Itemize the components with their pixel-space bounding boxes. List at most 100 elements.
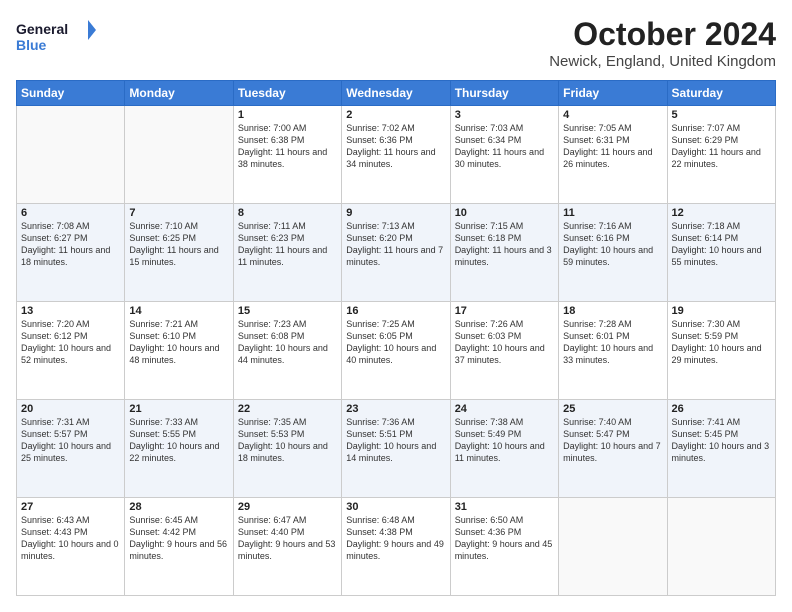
day-number: 15 <box>238 305 337 317</box>
svg-text:General: General <box>16 21 68 37</box>
day-info: Sunrise: 7:26 AMSunset: 6:03 PMDaylight:… <box>455 318 554 367</box>
day-number: 1 <box>238 109 337 121</box>
day-info: Sunrise: 7:03 AMSunset: 6:34 PMDaylight:… <box>455 122 554 171</box>
day-number: 18 <box>563 305 662 317</box>
calendar-week-row: 6Sunrise: 7:08 AMSunset: 6:27 PMDaylight… <box>17 204 776 302</box>
calendar-day-header: Monday <box>125 81 233 106</box>
day-number: 5 <box>672 109 771 121</box>
day-info: Sunrise: 7:11 AMSunset: 6:23 PMDaylight:… <box>238 220 337 269</box>
day-number: 22 <box>238 403 337 415</box>
calendar-cell: 1Sunrise: 7:00 AMSunset: 6:38 PMDaylight… <box>233 106 341 204</box>
day-info: Sunrise: 7:38 AMSunset: 5:49 PMDaylight:… <box>455 416 554 465</box>
calendar-cell: 12Sunrise: 7:18 AMSunset: 6:14 PMDayligh… <box>667 204 775 302</box>
day-number: 31 <box>455 501 554 513</box>
calendar-cell: 28Sunrise: 6:45 AMSunset: 4:42 PMDayligh… <box>125 498 233 596</box>
calendar-cell: 23Sunrise: 7:36 AMSunset: 5:51 PMDayligh… <box>342 400 450 498</box>
calendar-cell: 26Sunrise: 7:41 AMSunset: 5:45 PMDayligh… <box>667 400 775 498</box>
day-info: Sunrise: 7:33 AMSunset: 5:55 PMDaylight:… <box>129 416 228 465</box>
calendar-cell <box>125 106 233 204</box>
logo: General Blue <box>16 16 96 60</box>
day-number: 8 <box>238 207 337 219</box>
calendar-cell: 16Sunrise: 7:25 AMSunset: 6:05 PMDayligh… <box>342 302 450 400</box>
day-number: 24 <box>455 403 554 415</box>
day-number: 3 <box>455 109 554 121</box>
calendar-cell: 7Sunrise: 7:10 AMSunset: 6:25 PMDaylight… <box>125 204 233 302</box>
day-info: Sunrise: 7:23 AMSunset: 6:08 PMDaylight:… <box>238 318 337 367</box>
svg-text:Blue: Blue <box>16 37 47 53</box>
header: General Blue October 2024 Newick, Englan… <box>16 16 776 70</box>
calendar-cell <box>17 106 125 204</box>
calendar-day-header: Saturday <box>667 81 775 106</box>
calendar-cell: 19Sunrise: 7:30 AMSunset: 5:59 PMDayligh… <box>667 302 775 400</box>
day-info: Sunrise: 7:30 AMSunset: 5:59 PMDaylight:… <box>672 318 771 367</box>
calendar-cell: 20Sunrise: 7:31 AMSunset: 5:57 PMDayligh… <box>17 400 125 498</box>
calendar-week-row: 1Sunrise: 7:00 AMSunset: 6:38 PMDaylight… <box>17 106 776 204</box>
day-number: 17 <box>455 305 554 317</box>
day-info: Sunrise: 7:10 AMSunset: 6:25 PMDaylight:… <box>129 220 228 269</box>
day-number: 28 <box>129 501 228 513</box>
day-info: Sunrise: 7:13 AMSunset: 6:20 PMDaylight:… <box>346 220 445 269</box>
day-info: Sunrise: 7:15 AMSunset: 6:18 PMDaylight:… <box>455 220 554 269</box>
day-info: Sunrise: 7:40 AMSunset: 5:47 PMDaylight:… <box>563 416 662 465</box>
calendar-header-row: SundayMondayTuesdayWednesdayThursdayFrid… <box>17 81 776 106</box>
month-title: October 2024 <box>549 16 776 53</box>
calendar-cell: 13Sunrise: 7:20 AMSunset: 6:12 PMDayligh… <box>17 302 125 400</box>
calendar-cell: 6Sunrise: 7:08 AMSunset: 6:27 PMDaylight… <box>17 204 125 302</box>
day-info: Sunrise: 7:08 AMSunset: 6:27 PMDaylight:… <box>21 220 120 269</box>
page: General Blue October 2024 Newick, Englan… <box>0 0 792 612</box>
day-info: Sunrise: 6:43 AMSunset: 4:43 PMDaylight:… <box>21 514 120 563</box>
day-number: 6 <box>21 207 120 219</box>
calendar-cell: 21Sunrise: 7:33 AMSunset: 5:55 PMDayligh… <box>125 400 233 498</box>
day-info: Sunrise: 7:28 AMSunset: 6:01 PMDaylight:… <box>563 318 662 367</box>
day-info: Sunrise: 7:36 AMSunset: 5:51 PMDaylight:… <box>346 416 445 465</box>
day-number: 21 <box>129 403 228 415</box>
day-number: 13 <box>21 305 120 317</box>
calendar-cell: 30Sunrise: 6:48 AMSunset: 4:38 PMDayligh… <box>342 498 450 596</box>
calendar-cell: 2Sunrise: 7:02 AMSunset: 6:36 PMDaylight… <box>342 106 450 204</box>
calendar-cell: 25Sunrise: 7:40 AMSunset: 5:47 PMDayligh… <box>559 400 667 498</box>
day-info: Sunrise: 6:50 AMSunset: 4:36 PMDaylight:… <box>455 514 554 563</box>
day-number: 9 <box>346 207 445 219</box>
calendar-cell: 27Sunrise: 6:43 AMSunset: 4:43 PMDayligh… <box>17 498 125 596</box>
calendar-cell: 5Sunrise: 7:07 AMSunset: 6:29 PMDaylight… <box>667 106 775 204</box>
calendar-day-header: Friday <box>559 81 667 106</box>
day-info: Sunrise: 7:16 AMSunset: 6:16 PMDaylight:… <box>563 220 662 269</box>
location: Newick, England, United Kingdom <box>549 53 776 70</box>
day-number: 11 <box>563 207 662 219</box>
calendar-cell: 18Sunrise: 7:28 AMSunset: 6:01 PMDayligh… <box>559 302 667 400</box>
calendar-cell: 24Sunrise: 7:38 AMSunset: 5:49 PMDayligh… <box>450 400 558 498</box>
calendar-week-row: 20Sunrise: 7:31 AMSunset: 5:57 PMDayligh… <box>17 400 776 498</box>
calendar-cell <box>559 498 667 596</box>
calendar-cell: 4Sunrise: 7:05 AMSunset: 6:31 PMDaylight… <box>559 106 667 204</box>
calendar-day-header: Thursday <box>450 81 558 106</box>
day-number: 2 <box>346 109 445 121</box>
day-number: 7 <box>129 207 228 219</box>
day-number: 26 <box>672 403 771 415</box>
title-block: October 2024 Newick, England, United Kin… <box>549 16 776 70</box>
day-info: Sunrise: 7:21 AMSunset: 6:10 PMDaylight:… <box>129 318 228 367</box>
day-number: 14 <box>129 305 228 317</box>
day-info: Sunrise: 7:07 AMSunset: 6:29 PMDaylight:… <box>672 122 771 171</box>
calendar-cell: 11Sunrise: 7:16 AMSunset: 6:16 PMDayligh… <box>559 204 667 302</box>
day-info: Sunrise: 7:05 AMSunset: 6:31 PMDaylight:… <box>563 122 662 171</box>
day-number: 16 <box>346 305 445 317</box>
calendar-cell: 8Sunrise: 7:11 AMSunset: 6:23 PMDaylight… <box>233 204 341 302</box>
day-number: 27 <box>21 501 120 513</box>
calendar-day-header: Wednesday <box>342 81 450 106</box>
calendar-table: SundayMondayTuesdayWednesdayThursdayFrid… <box>16 80 776 596</box>
calendar-week-row: 13Sunrise: 7:20 AMSunset: 6:12 PMDayligh… <box>17 302 776 400</box>
calendar-day-header: Tuesday <box>233 81 341 106</box>
calendar-week-row: 27Sunrise: 6:43 AMSunset: 4:43 PMDayligh… <box>17 498 776 596</box>
day-info: Sunrise: 6:45 AMSunset: 4:42 PMDaylight:… <box>129 514 228 563</box>
calendar-cell <box>667 498 775 596</box>
day-number: 25 <box>563 403 662 415</box>
calendar-cell: 15Sunrise: 7:23 AMSunset: 6:08 PMDayligh… <box>233 302 341 400</box>
calendar-cell: 14Sunrise: 7:21 AMSunset: 6:10 PMDayligh… <box>125 302 233 400</box>
calendar-day-header: Sunday <box>17 81 125 106</box>
day-info: Sunrise: 6:47 AMSunset: 4:40 PMDaylight:… <box>238 514 337 563</box>
day-number: 19 <box>672 305 771 317</box>
day-info: Sunrise: 7:35 AMSunset: 5:53 PMDaylight:… <box>238 416 337 465</box>
day-number: 12 <box>672 207 771 219</box>
day-number: 23 <box>346 403 445 415</box>
day-info: Sunrise: 7:31 AMSunset: 5:57 PMDaylight:… <box>21 416 120 465</box>
